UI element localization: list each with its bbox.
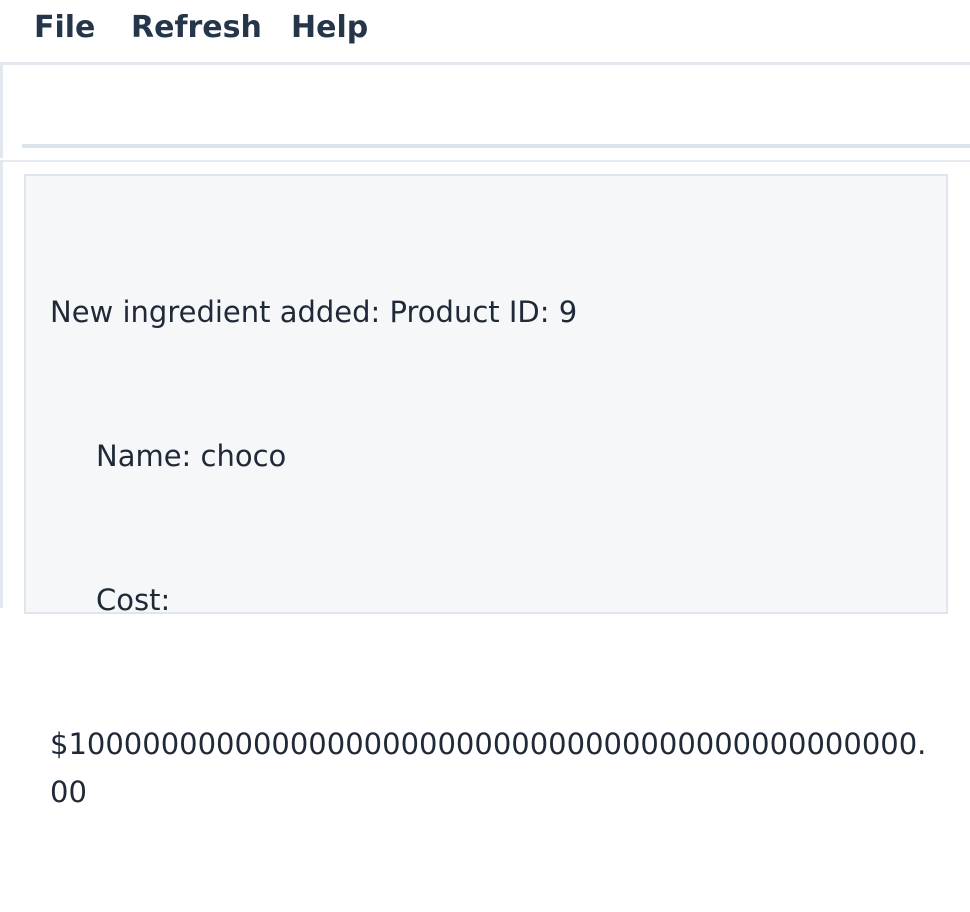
log-line-cost-label: Cost: [96, 583, 171, 617]
toolbar-divider [22, 144, 970, 148]
menu-bar: File Refresh Help [0, 0, 970, 62]
log-text: New ingredient added: Product ID: 9 Name… [50, 192, 930, 912]
log-output-panel[interactable]: New ingredient added: Product ID: 9 Name… [24, 174, 948, 809]
log-line-cost-value: $100000000000000000000000000000000000000… [50, 727, 927, 809]
log-line-ingredient: New ingredient added: Product ID: 9 [50, 295, 578, 329]
menu-help[interactable]: Help [291, 10, 368, 45]
menu-refresh[interactable]: Refresh [131, 10, 262, 45]
log-line-name: Name: choco [96, 439, 287, 473]
menu-file[interactable]: File [34, 10, 95, 45]
